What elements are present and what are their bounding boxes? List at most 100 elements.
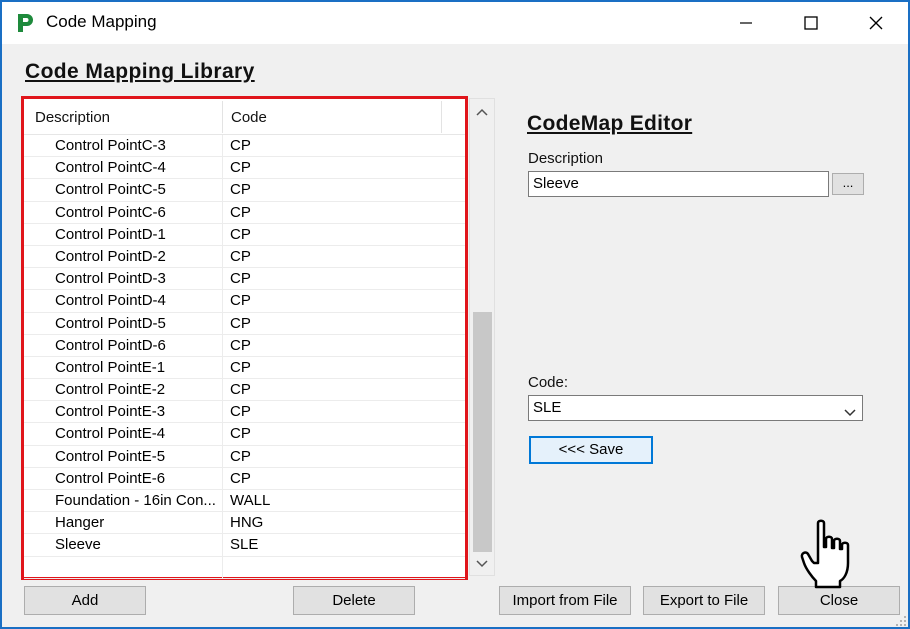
row-code: CP (230, 159, 251, 177)
row-code: CP (230, 336, 251, 354)
column-divider (222, 312, 223, 335)
column-divider (222, 467, 223, 490)
close-window-button[interactable] (846, 2, 906, 44)
delete-button[interactable]: Delete (293, 586, 415, 615)
column-divider[interactable] (441, 101, 442, 133)
code-dropdown-value: SLE (533, 399, 562, 416)
title-bar[interactable]: Code Mapping (2, 2, 908, 44)
row-code: CP (230, 292, 251, 310)
table-row[interactable] (24, 556, 465, 579)
column-divider (222, 290, 223, 313)
column-divider (222, 445, 223, 468)
column-divider (222, 534, 223, 557)
column-divider (222, 423, 223, 446)
code-label: Code: (528, 374, 569, 391)
row-description: Foundation - 16in Con... (55, 492, 216, 509)
column-header-code[interactable]: Code (231, 109, 267, 126)
column-divider (222, 201, 223, 224)
row-description: Control PointE-6 (55, 469, 166, 487)
row-description: Control PointE-3 (55, 403, 166, 421)
column-divider (222, 268, 223, 291)
chevron-down-icon (844, 404, 856, 421)
table-row[interactable]: Control PointD-3 CP (24, 268, 465, 291)
add-button[interactable]: Add (24, 586, 146, 615)
code-mapping-list[interactable]: Description Code Control PointC-3 CP Contr… (21, 96, 468, 580)
table-row[interactable]: Control PointD-4 CP (24, 290, 465, 313)
row-code: CP (230, 314, 251, 332)
table-row[interactable]: Control PointD-1 CP (24, 223, 465, 246)
list-rows: Control PointC-3 CP Control PointC-4 CP Cont… (24, 135, 465, 579)
chevron-down-icon (476, 555, 488, 572)
row-description: Control PointD-4 (55, 292, 166, 310)
row-code: SLE (230, 536, 259, 554)
column-divider (222, 179, 223, 202)
p-logo-icon (14, 12, 36, 34)
code-dropdown[interactable]: SLE (528, 395, 863, 421)
import-from-file-button[interactable]: Import from File (499, 586, 631, 615)
close-button[interactable]: Close (778, 586, 900, 615)
table-row[interactable]: Control PointC-3 CP (24, 135, 465, 158)
row-description: Sleeve (55, 536, 101, 554)
column-divider (222, 556, 223, 579)
row-description: Control PointE-4 (55, 425, 166, 443)
editor-title: CodeMap Editor (527, 112, 693, 135)
column-divider (222, 135, 223, 157)
table-row[interactable]: Control PointE-6 CP (24, 467, 465, 490)
table-row[interactable]: Sleeve SLE (24, 534, 465, 557)
row-description: Control PointC-6 (55, 203, 166, 221)
column-divider (222, 401, 223, 424)
row-description: Control PointE-5 (55, 447, 166, 465)
table-row[interactable]: Control PointE-1 CP (24, 356, 465, 380)
code-mapping-window: Code Mapping Code Mapping Library Descri… (0, 0, 910, 629)
hand-pointer-icon (800, 519, 864, 589)
scroll-up-button[interactable] (470, 99, 494, 123)
table-row[interactable]: Control PointC-5 CP (24, 179, 465, 202)
maximize-button[interactable] (781, 2, 841, 44)
table-row[interactable]: Control PointE-3 CP (24, 401, 465, 424)
row-code: CP (230, 381, 251, 399)
column-divider (222, 512, 223, 535)
column-divider (222, 223, 223, 246)
column-divider[interactable] (222, 101, 223, 133)
table-row[interactable]: Control PointC-4 CP (24, 157, 465, 180)
row-description: Control PointD-6 (55, 336, 166, 354)
table-row[interactable]: Hanger HNG (24, 512, 465, 535)
column-divider (222, 490, 223, 512)
row-description: Control PointE-1 (55, 358, 166, 376)
scroll-thumb[interactable] (473, 312, 492, 552)
save-button[interactable]: <<< Save (529, 436, 653, 464)
table-row[interactable]: Foundation - 16in Con... WALL (24, 490, 465, 513)
column-divider (222, 379, 223, 402)
maximize-icon (804, 16, 818, 30)
column-divider (222, 356, 223, 379)
description-label: Description (528, 150, 604, 167)
minimize-icon (739, 16, 753, 30)
row-code: CP (230, 181, 251, 199)
table-row[interactable]: Control PointD-5 CP (24, 312, 465, 335)
row-code: WALL (230, 492, 271, 509)
table-row[interactable]: Control PointD-6 CP (24, 334, 465, 357)
row-code: CP (230, 225, 251, 243)
scroll-down-button[interactable] (470, 551, 494, 575)
list-scrollbar[interactable] (469, 98, 495, 576)
window-title: Code Mapping (46, 12, 157, 31)
table-row[interactable]: Control PointE-4 CP (24, 423, 465, 446)
table-row[interactable]: Control PointC-6 CP (24, 201, 465, 224)
table-row[interactable]: Control PointE-2 CP (24, 379, 465, 402)
row-code: CP (230, 403, 251, 421)
table-row[interactable]: Control PointD-2 CP (24, 245, 465, 269)
export-to-file-button[interactable]: Export to File (643, 586, 765, 615)
row-description: Control PointD-2 (55, 247, 166, 265)
minimize-button[interactable] (716, 2, 776, 44)
chevron-up-icon (476, 103, 488, 120)
description-field[interactable]: Sleeve (528, 171, 829, 197)
row-code: CP (230, 270, 251, 288)
row-description: Control PointD-3 (55, 270, 166, 288)
row-description: Control PointD-1 (55, 225, 166, 243)
column-header-description[interactable]: Description (35, 109, 110, 126)
table-row[interactable]: Control PointE-5 CP (24, 445, 465, 468)
column-divider (222, 334, 223, 357)
browse-button[interactable]: ... (832, 173, 864, 195)
resize-grip-icon[interactable] (895, 614, 907, 626)
row-description: Control PointC-5 (55, 181, 166, 199)
